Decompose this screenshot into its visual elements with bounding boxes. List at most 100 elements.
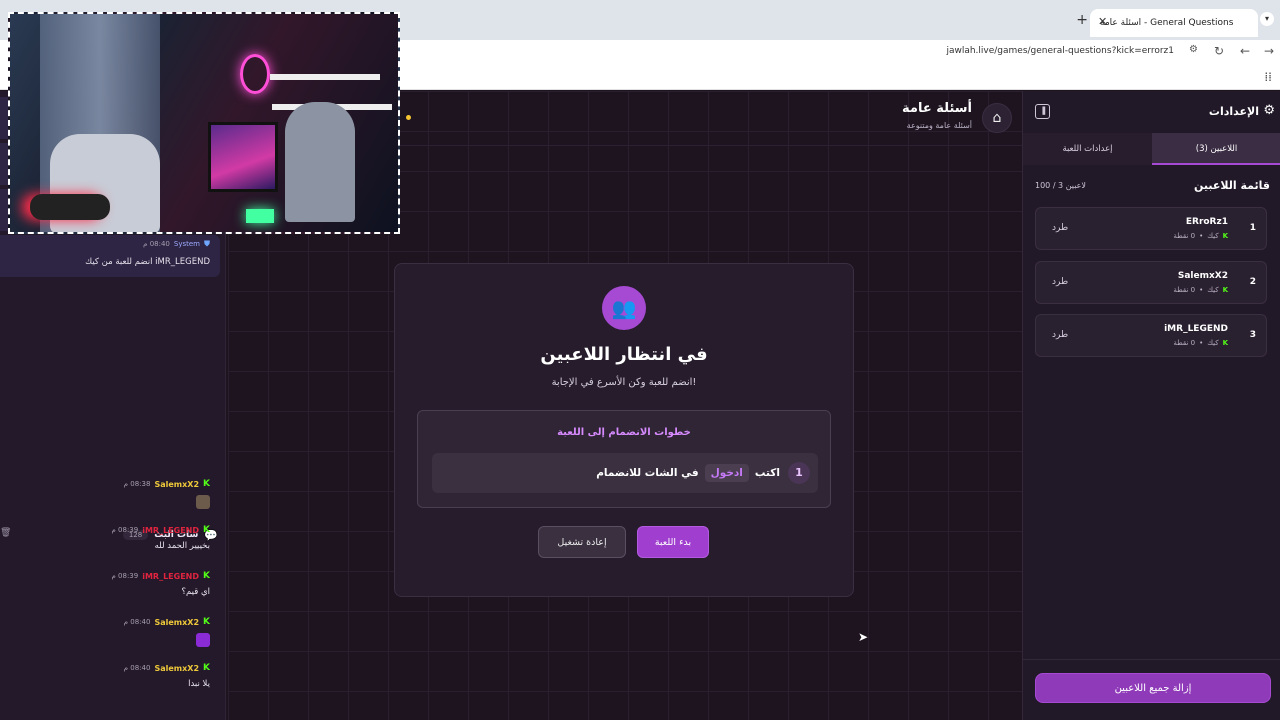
chat-message: K SalemxX2 08:40 م يلا نبدا	[0, 663, 220, 689]
apps-grid-icon[interactable]: ⁞⁞	[1264, 70, 1272, 84]
tab-game-settings[interactable]: إعدادات اللعبة	[1023, 133, 1152, 165]
tab-title: General Questions - أسئلة عامة	[1100, 18, 1234, 28]
gear-icon: ⚙	[1263, 103, 1275, 118]
page-subtitle: أسئلة عامة ومتنوعة	[906, 121, 972, 130]
waiting-card: 👥 في انتظار اللاعبين انضم للعبة وكن الأس…	[394, 263, 854, 597]
player-meta: K كيك • 0 نقطة	[1173, 286, 1228, 294]
shield-icon: ⛊	[204, 239, 210, 248]
close-icon[interactable]: ✕	[1098, 15, 1107, 28]
restart-button[interactable]: إعادة تشغيل	[538, 526, 626, 558]
chat-message-header: KiMR_LEGEND 08:39 م	[10, 571, 210, 581]
message-text: يلا نبدا	[188, 679, 210, 689]
username[interactable]: SalemxX2	[154, 664, 199, 673]
sender-name: System	[173, 240, 200, 248]
message-time: 08:40 م	[123, 618, 151, 626]
reload-icon[interactable]: ↻	[1214, 44, 1224, 58]
step-suffix: في الشات للانضمام	[596, 467, 699, 479]
steps-title: خطوات الانضمام إلى اللعبة	[557, 427, 691, 438]
message-time: 08:40 م	[123, 664, 151, 672]
chat-message: K SalemxX2 08:38 م	[0, 479, 220, 512]
chat-message-header: K SalemxX2 08:38 م	[10, 479, 210, 489]
page-title: أسئلة عامة	[902, 101, 972, 116]
message-time: 08:40 م	[143, 240, 170, 248]
chat-message: KiMR_LEGEND 08:39 م بخييير الحمد لله	[0, 525, 220, 551]
new-tab-icon[interactable]: +	[1076, 12, 1088, 28]
system-message-header: ⛊ System 08:40 م	[10, 239, 210, 249]
player-number: 1	[1249, 223, 1256, 233]
kick-player-button[interactable]: طرد	[1052, 277, 1068, 287]
status-dot-icon	[406, 115, 411, 120]
player-row: 3 iMR_LEGEND K كيك • 0 نقطة طرد	[1035, 314, 1267, 357]
browser-tab[interactable]: General Questions - أسئلة عامة ✕	[1090, 9, 1258, 37]
collapse-panel-icon[interactable]: ▐	[1035, 104, 1050, 119]
chevron-down-icon[interactable]: ▾	[1260, 12, 1274, 26]
emote	[10, 495, 210, 512]
player-points: 0 نقطة	[1173, 232, 1196, 240]
kick-icon: K	[1222, 286, 1228, 294]
back-icon[interactable]: ←	[1240, 44, 1250, 58]
tab-players[interactable]: اللاعبين (3)	[1152, 133, 1280, 165]
kick-icon: K	[203, 663, 210, 673]
chat-message-header: KiMR_LEGEND 08:39 م	[10, 525, 210, 535]
start-game-button[interactable]: بدء اللعبة	[637, 526, 709, 558]
settings-title: الإعدادات	[1208, 105, 1259, 118]
step-command: ادخول	[704, 464, 749, 482]
message-time: 08:39 م	[111, 572, 139, 580]
divider	[1023, 659, 1280, 660]
player-name: SalemxX2	[1177, 271, 1228, 281]
step-instruction: اكتب ادخول في الشات للانضمام	[596, 464, 780, 482]
player-platform: كيك	[1207, 232, 1219, 240]
settings-tabs: إعدادات اللعبة اللاعبين (3)	[1023, 133, 1280, 165]
chat-message: KiMR_LEGEND 08:39 م اي قيم؟	[0, 571, 220, 597]
webcam-overlay	[8, 12, 400, 234]
emote	[10, 633, 210, 650]
player-points: 0 نقطة	[1173, 339, 1196, 347]
player-platform: كيك	[1207, 339, 1219, 347]
mouse-cursor-icon: ➤	[858, 630, 869, 644]
username[interactable]: iMR_LEGEND	[142, 572, 199, 581]
kick-icon: K	[203, 525, 210, 535]
settings-header: ⚙ الإعدادات ▐	[1023, 91, 1280, 133]
players-count: 100 / 3 لاعبين	[1035, 181, 1086, 190]
player-meta: K كيك • 0 نقطة	[1173, 339, 1228, 347]
message-text: اي قيم؟	[181, 587, 210, 597]
message-text: iMR_LEGEND انضم للعبة من كيك	[85, 257, 210, 267]
settings-panel: ⚙ الإعدادات ▐ إعدادات اللعبة اللاعبين (3…	[1022, 91, 1280, 720]
username[interactable]: SalemxX2	[154, 480, 199, 489]
system-message: ⛊ System 08:40 م iMR_LEGEND انضم للعبة من ك…	[0, 235, 220, 277]
home-icon[interactable]: ⌂	[982, 103, 1012, 133]
kick-icon: K	[203, 479, 210, 489]
kick-icon: K	[1222, 339, 1228, 347]
player-number: 2	[1249, 277, 1256, 287]
player-name: ERroRz1	[1185, 217, 1228, 227]
player-name: iMR_LEGEND	[1164, 324, 1228, 334]
player-row: 1 ERroRz1 K كيك • 0 نقطة طرد	[1035, 207, 1267, 250]
kick-player-button[interactable]: طرد	[1052, 330, 1068, 340]
message-time: 08:38 م	[123, 480, 151, 488]
player-points: 0 نقطة	[1173, 286, 1196, 294]
forward-icon[interactable]: →	[1264, 44, 1274, 58]
url-text[interactable]: jawlah.live/games/general-questions?kick…	[946, 46, 1174, 56]
users-icon: 👥	[602, 286, 646, 330]
join-steps: خطوات الانضمام إلى اللعبة 1 اكتب ادخول ف…	[417, 410, 831, 508]
username[interactable]: SalemxX2	[154, 618, 199, 627]
step-number: 1	[788, 462, 810, 484]
site-settings-icon[interactable]: ⚙	[1189, 44, 1198, 55]
player-platform: كيك	[1207, 286, 1219, 294]
join-step: 1 اكتب ادخول في الشات للانضمام	[432, 453, 818, 493]
chat-message-header: K SalemxX2 08:40 م	[10, 663, 210, 673]
step-prefix: اكتب	[754, 467, 780, 479]
username[interactable]: iMR_LEGEND	[142, 526, 199, 535]
message-text: بخييير الحمد لله	[154, 541, 210, 551]
message-time: 08:39 م	[111, 526, 139, 534]
kick-icon: K	[1222, 232, 1228, 240]
kick-player-button[interactable]: طرد	[1052, 223, 1068, 233]
players-title: قائمة اللاعبين	[1194, 179, 1270, 192]
player-meta: K كيك • 0 نقطة	[1173, 232, 1228, 240]
remove-all-players-button[interactable]: إزالة جميع اللاعبين	[1035, 673, 1271, 703]
player-number: 3	[1249, 330, 1256, 340]
chat-message: K SalemxX2 08:40 م	[0, 617, 220, 650]
kick-icon: K	[203, 571, 210, 581]
waiting-subtitle: انضم للعبة وكن الأسرع في الإجابة!	[551, 377, 697, 388]
kick-icon: K	[203, 617, 210, 627]
